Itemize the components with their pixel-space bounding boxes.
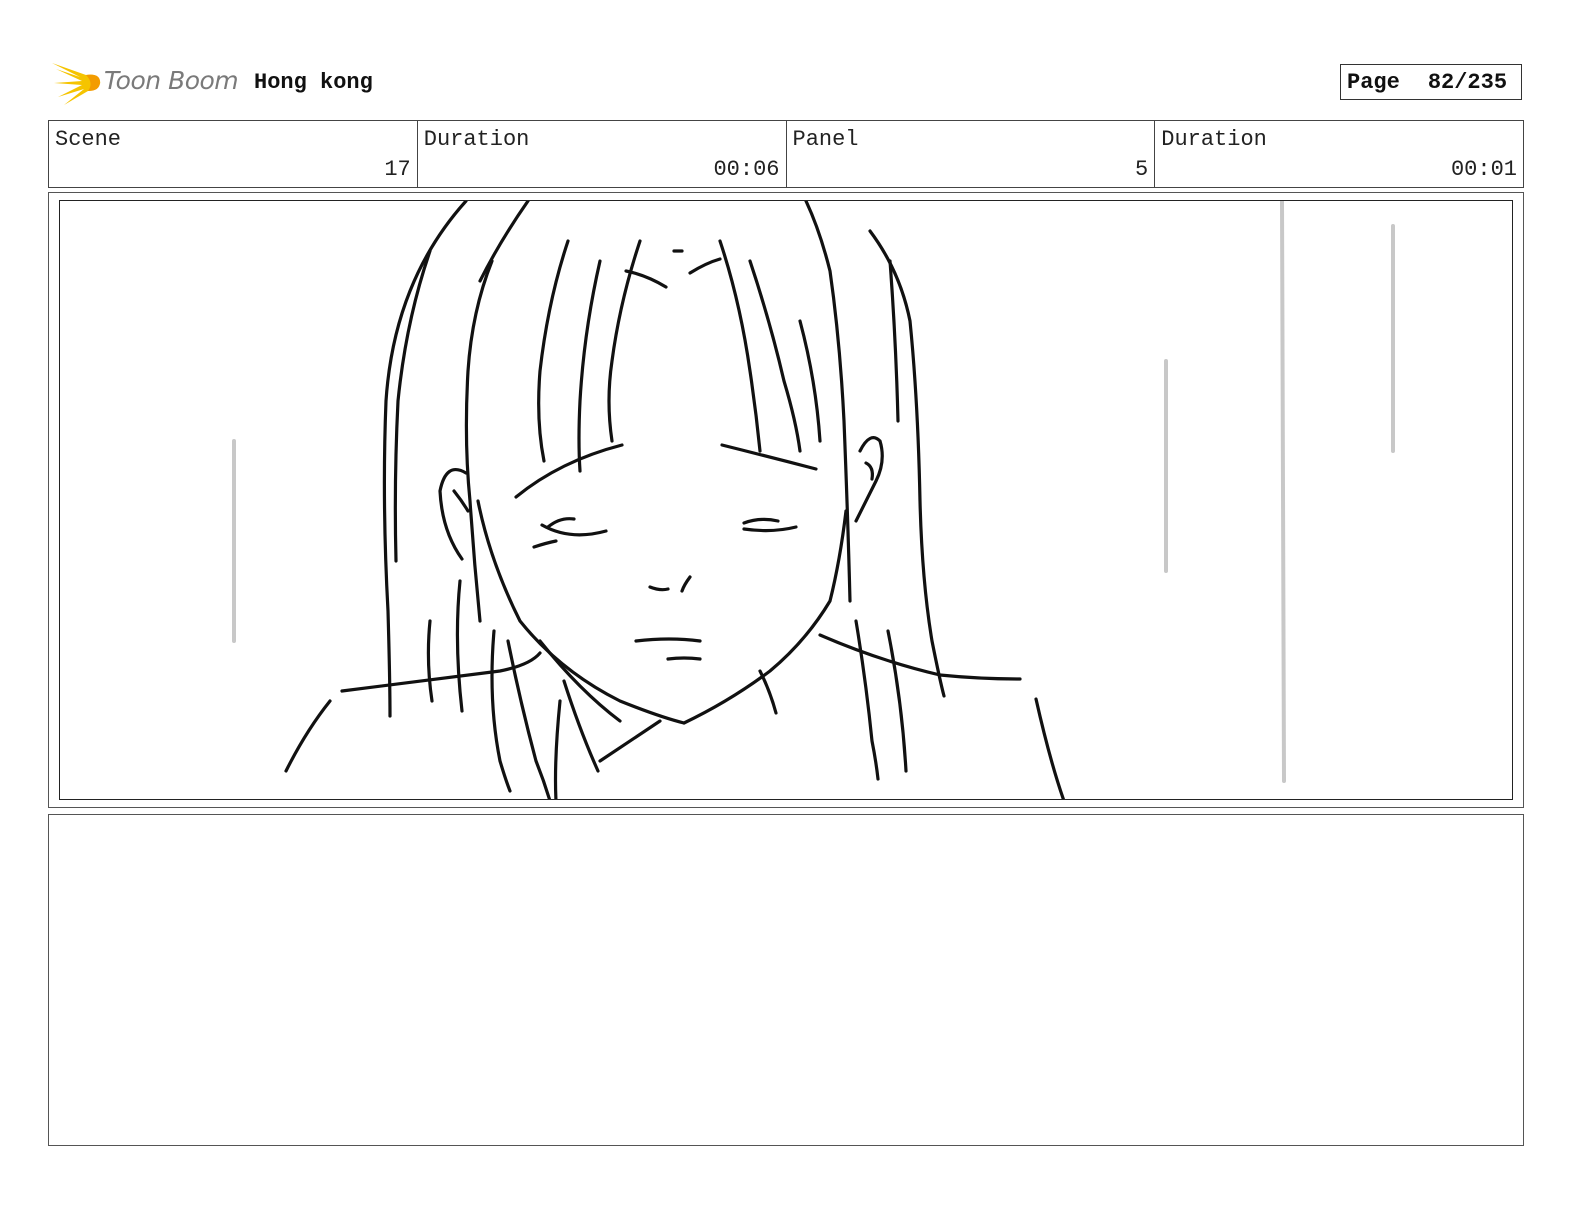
storyboard-panel-drawing: [59, 200, 1513, 800]
starburst-icon: [52, 63, 101, 105]
panel-label: Panel: [792, 127, 859, 152]
panel-duration-cell: Duration 00:01: [1155, 121, 1523, 187]
scene-cell: Scene 17: [49, 121, 418, 187]
page-indicator: Page 82/235: [1340, 64, 1522, 100]
panel-value: 5: [1135, 157, 1149, 182]
scene-label: Scene: [55, 127, 122, 152]
page-number: 82/235: [1427, 69, 1508, 95]
sketch-girl-closed-eyes: [232, 201, 1395, 799]
toon-boom-logo: Toon Boom: [50, 57, 240, 107]
panel-duration-label: Duration: [1161, 127, 1267, 152]
rain-streaks: [232, 201, 1395, 783]
scene-duration-cell: Duration 00:06: [418, 121, 787, 187]
scene-duration-label: Duration: [423, 127, 530, 152]
girl-sketch-lines: [284, 201, 1066, 799]
scene-value: 17: [384, 157, 411, 182]
project-title: Hong kong: [254, 70, 373, 95]
panel-duration-value: 00:01: [1450, 157, 1517, 182]
logo-text: Toon Boom: [104, 66, 239, 95]
panel-cell: Panel 5: [787, 121, 1156, 187]
scene-info-table: Scene 17 Duration 00:06 Panel 5 Duration…: [48, 120, 1524, 188]
scene-duration-value: 00:06: [713, 157, 780, 182]
panel-notes-box[interactable]: [48, 814, 1524, 1146]
page-label: Page: [1347, 69, 1400, 95]
